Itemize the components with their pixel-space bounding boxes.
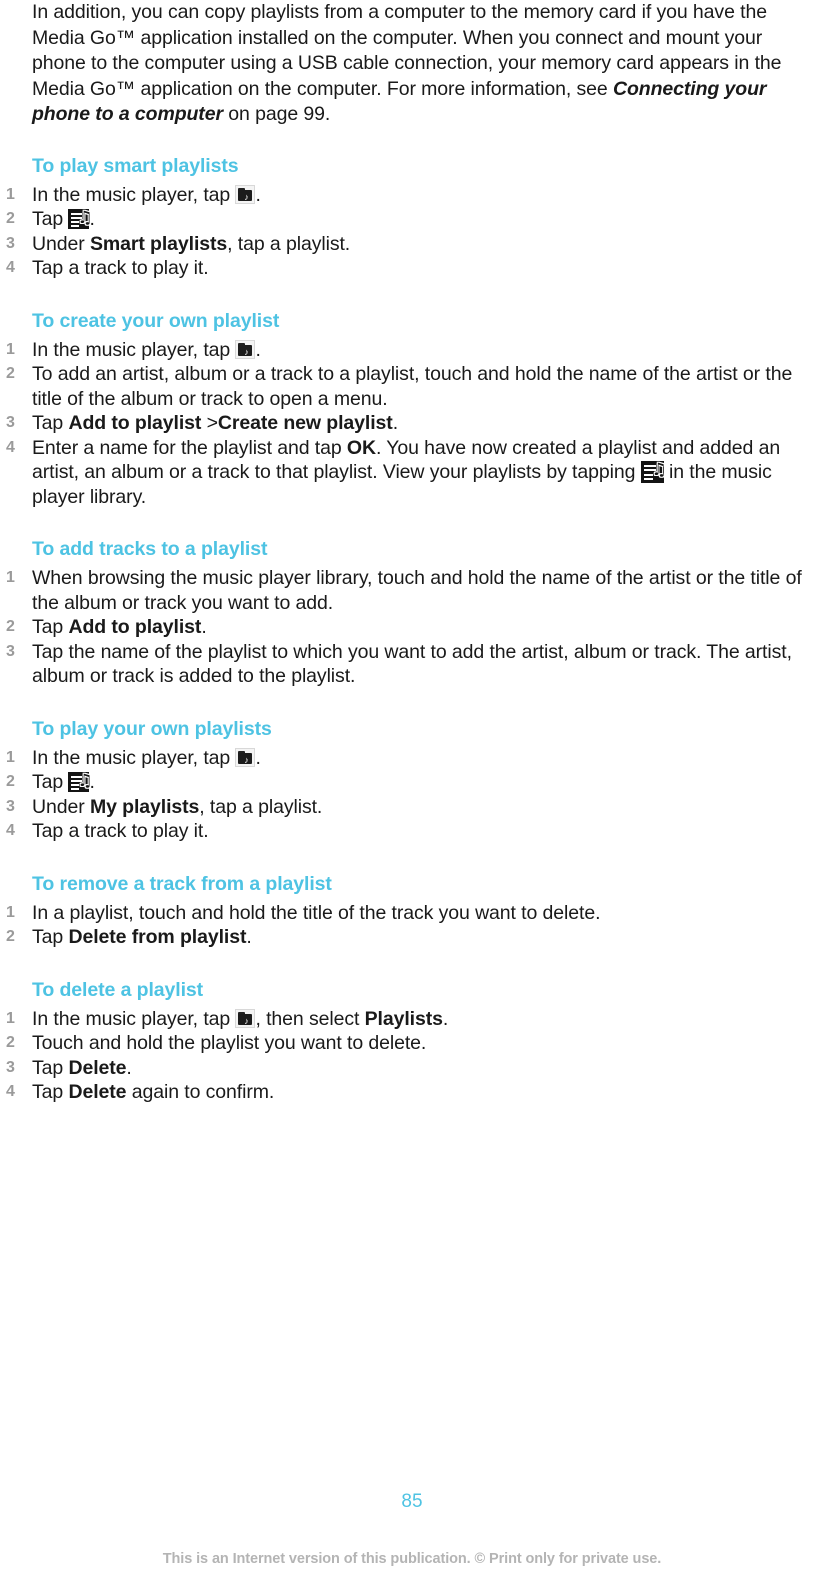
step-item: Under Smart playlists, tap a playlist. <box>0 232 824 257</box>
step-text-tail: . <box>442 1007 449 1030</box>
steps-list: In the music player, tap ♪. Tap ♫. Under… <box>0 746 824 844</box>
step-text-tail: . <box>126 1056 132 1079</box>
step-item: In a playlist, touch and hold the title … <box>0 901 824 926</box>
section-delete-playlist: To delete a playlist In the music player… <box>0 978 824 1105</box>
playlist-icon: ♫ <box>640 461 667 484</box>
step-item: Tap ♫. <box>0 207 824 232</box>
step-text-tail: . <box>255 183 261 206</box>
manual-page: In addition, you can copy playlists from… <box>0 0 824 1590</box>
steps-list: When browsing the music player library, … <box>0 566 824 689</box>
playlist-icon: ♫ <box>68 209 93 230</box>
ui-label-bold-2: Create new playlist <box>217 412 393 435</box>
steps-list: In the music player, tap ♪. Tap ♫. Under… <box>0 183 824 281</box>
step-item: In the music player, tap ♪. <box>0 338 824 363</box>
step-item: When browsing the music player library, … <box>0 566 824 615</box>
section-add-tracks-to-playlist: To add tracks to a playlist When browsin… <box>0 537 824 689</box>
step-text-tail: . <box>255 746 261 769</box>
step-item: Tap Delete from playlist. <box>0 925 824 950</box>
step-text: Tap <box>32 412 69 435</box>
step-text-tail: . <box>392 412 399 435</box>
step-text-tail: . <box>255 338 261 361</box>
step-text: In a playlist, touch and hold the title … <box>32 901 601 924</box>
step-item: Tap Delete again to confirm. <box>0 1080 824 1105</box>
step-text: Tap <box>32 616 69 639</box>
step-text-tail: . <box>201 616 207 639</box>
music-folder-icon: ♪ <box>235 747 256 767</box>
step-text: Under <box>32 232 90 255</box>
step-text: Enter a name for the playlist and tap <box>32 436 347 459</box>
section-title: To play your own playlists <box>32 717 272 740</box>
step-item: To add an artist, album or a track to a … <box>0 362 824 411</box>
steps-list: In a playlist, touch and hold the title … <box>0 901 824 950</box>
ui-label-bold: Delete <box>68 1081 127 1104</box>
steps-list: In the music player, tap ♪, then select … <box>0 1007 824 1105</box>
section-title: To remove a track from a playlist <box>32 872 332 895</box>
step-text-tail: , tap a playlist. <box>227 232 351 255</box>
playlist-icon: ♫ <box>68 772 93 793</box>
ui-label-bold: Playlists <box>364 1007 443 1030</box>
section-title: To create your own playlist <box>32 309 280 332</box>
step-item: In the music player, tap ♪, then select … <box>0 1007 824 1032</box>
footer-copyright-note: This is an Internet version of this publ… <box>162 1551 662 1567</box>
step-item: In the music player, tap ♪. <box>0 746 824 771</box>
step-text: In the music player, tap <box>32 183 236 206</box>
step-text: In the music player, tap <box>32 1007 236 1030</box>
step-text: In the music player, tap <box>32 338 236 361</box>
step-text: Tap <box>32 208 69 231</box>
music-folder-icon: ♪ <box>235 339 256 359</box>
steps-list: In the music player, tap ♪. To add an ar… <box>0 338 824 510</box>
step-text: Under <box>32 795 90 818</box>
step-item: Tap a track to play it. <box>0 256 824 281</box>
step-item: Tap ♫. <box>0 770 824 795</box>
step-item: Enter a name for the playlist and tap OK… <box>0 436 824 510</box>
section-play-smart-playlists: To play smart playlists In the music pla… <box>0 154 824 281</box>
step-text: Tap a track to play it. <box>32 820 209 843</box>
music-folder-icon: ♪ <box>235 184 256 204</box>
step-text: In the music player, tap <box>32 746 236 769</box>
ui-label-bold: Delete <box>68 1056 127 1079</box>
page-content: In addition, you can copy playlists from… <box>0 0 824 1105</box>
step-text-mid: , then select <box>255 1007 365 1030</box>
ui-label-bold: My playlists <box>89 795 200 818</box>
step-text-tail: , tap a playlist. <box>199 795 323 818</box>
section-title: To play smart playlists <box>32 154 239 177</box>
ui-label-bold: Add to playlist <box>68 412 202 435</box>
step-item: Tap a track to play it. <box>0 819 824 844</box>
section-create-own-playlist: To create your own playlist In the music… <box>0 309 824 510</box>
step-item: Touch and hold the playlist you want to … <box>0 1031 824 1056</box>
step-item: Tap the name of the playlist to which yo… <box>0 640 824 689</box>
ui-label-bold: OK <box>346 436 376 459</box>
step-text-tail: again to confirm. <box>126 1081 275 1104</box>
step-text: Tap <box>32 1056 69 1079</box>
step-text: To add an artist, album or a track to a … <box>32 363 793 410</box>
step-text: Tap the name of the playlist to which yo… <box>32 640 792 688</box>
step-item: In the music player, tap ♪. <box>0 183 824 208</box>
section-title: To add tracks to a playlist <box>32 538 268 561</box>
step-item: Tap Add to playlist. <box>0 615 824 640</box>
step-text: Touch and hold the playlist you want to … <box>32 1032 427 1055</box>
section-remove-track-from-playlist: To remove a track from a playlist In a p… <box>0 872 824 950</box>
step-text-mid: > <box>201 412 218 435</box>
intro-text-after-reference: on page 99. <box>222 103 331 126</box>
step-item: Tap Add to playlist >Create new playlist… <box>0 411 824 436</box>
step-text: Tap <box>32 1081 69 1104</box>
step-item: Under My playlists, tap a playlist. <box>0 795 824 820</box>
step-text: When browsing the music player library, … <box>32 567 802 614</box>
ui-label-bold: Smart playlists <box>89 232 228 255</box>
step-item: Tap Delete. <box>0 1056 824 1081</box>
step-text: Tap <box>32 926 69 949</box>
page-number: 85 <box>401 1491 423 1512</box>
step-text-tail: . <box>246 926 252 949</box>
step-text: Tap <box>32 771 69 794</box>
section-play-own-playlists: To play your own playlists In the music … <box>0 717 824 844</box>
step-text: Tap a track to play it. <box>32 257 209 280</box>
music-folder-icon: ♪ <box>235 1008 256 1028</box>
ui-label-bold: Add to playlist <box>68 616 202 639</box>
intro-paragraph: In addition, you can copy playlists from… <box>0 0 824 128</box>
section-title: To delete a playlist <box>32 978 204 1001</box>
ui-label-bold: Delete from playlist <box>68 926 247 949</box>
